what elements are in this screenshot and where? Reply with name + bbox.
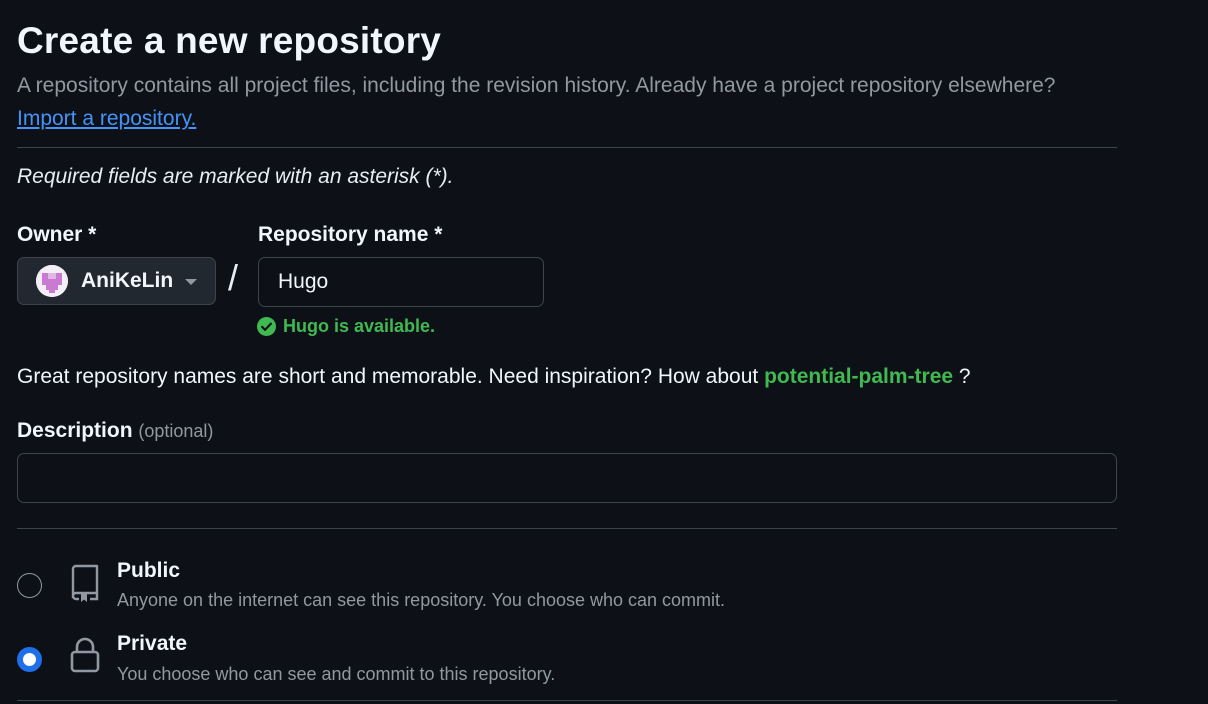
availability-status: Hugo is available. bbox=[257, 316, 435, 337]
suggested-name-link[interactable]: potential-palm-tree bbox=[764, 365, 953, 388]
repo-icon bbox=[71, 564, 99, 602]
owner-label: Owner * bbox=[17, 223, 97, 246]
owner-name: AniKeLin bbox=[81, 269, 174, 292]
required-fields-note: Required fields are marked with an aster… bbox=[17, 165, 454, 188]
owner-select[interactable]: AniKeLin bbox=[17, 257, 216, 305]
lock-icon bbox=[70, 637, 100, 673]
caret-down-icon bbox=[185, 279, 197, 285]
import-repository-link[interactable]: Import a repository. bbox=[17, 107, 196, 131]
divider-top bbox=[17, 147, 1117, 148]
divider-bottom bbox=[17, 700, 1117, 701]
avatar bbox=[36, 265, 68, 297]
suggestion-suffix: ? bbox=[953, 365, 971, 388]
public-option-title: Public bbox=[117, 559, 181, 582]
name-suggestion: Great repository names are short and mem… bbox=[17, 365, 971, 389]
identicon-icon bbox=[36, 265, 68, 297]
divider-middle bbox=[17, 528, 1117, 529]
public-option-description: Anyone on the internet can see this repo… bbox=[117, 590, 726, 610]
optional-hint: (optional) bbox=[138, 421, 214, 441]
repository-name-input[interactable] bbox=[258, 257, 544, 307]
page-title: Create a new repository bbox=[17, 20, 442, 61]
repository-name-label: Repository name * bbox=[258, 223, 443, 246]
public-radio[interactable] bbox=[17, 573, 42, 598]
private-option-description: You choose who can see and commit to thi… bbox=[117, 664, 556, 684]
description-label-text: Description bbox=[17, 419, 133, 442]
description-input[interactable] bbox=[17, 453, 1117, 503]
private-option-title: Private bbox=[117, 632, 188, 655]
check-circle-icon bbox=[257, 317, 276, 336]
suggestion-prefix: Great repository names are short and mem… bbox=[17, 365, 759, 388]
availability-text: Hugo is available. bbox=[283, 316, 436, 336]
create-repo-page: Create a new repository A repository con… bbox=[0, 0, 1208, 704]
owner-repo-separator: / bbox=[228, 257, 239, 298]
page-subtitle: A repository contains all project files,… bbox=[17, 74, 1056, 97]
private-radio[interactable] bbox=[17, 647, 42, 672]
description-label: Description (optional) bbox=[17, 419, 213, 443]
